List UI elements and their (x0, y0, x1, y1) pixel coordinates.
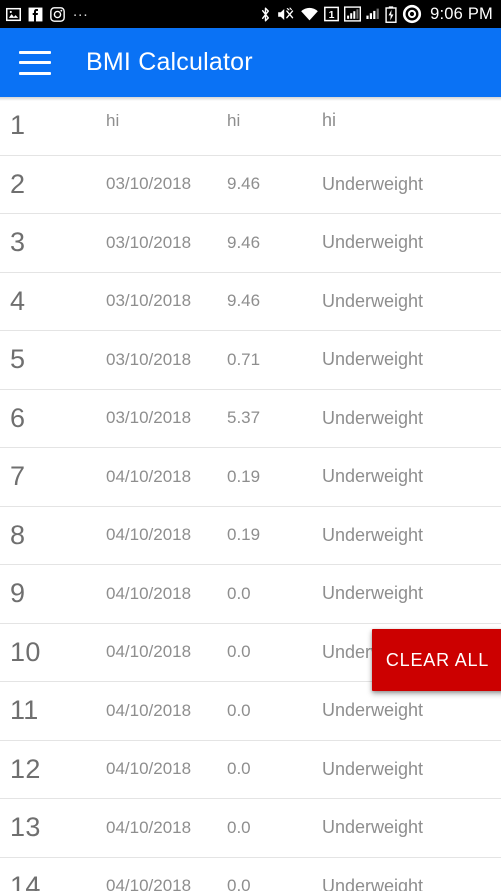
bluetooth-icon (259, 6, 272, 23)
hamburger-bar-2 (19, 61, 51, 64)
row-category: Underweight (322, 290, 424, 311)
app-screen: ... 1 9:06 PM BMI Calculator 1 hi hi hi … (0, 0, 501, 891)
row-date: 03/10/2018 (106, 408, 192, 428)
table-row[interactable]: 6 03/10/2018 5.37 Underweight (0, 389, 501, 448)
row-bmi: 9.46 (227, 232, 261, 252)
status-bar-notifications: ... (6, 2, 89, 22)
table-row[interactable]: 3 03/10/2018 9.46 Underweight (0, 214, 501, 273)
page-title: BMI Calculator (86, 48, 253, 76)
wifi-icon (300, 6, 319, 23)
signal-bars-2-icon (366, 6, 380, 22)
row-bmi: 0.0 (227, 642, 251, 662)
table-row[interactable]: 13 04/10/2018 0.0 Underweight (0, 799, 501, 858)
row-category: Underweight (322, 817, 424, 838)
bmi-history-list[interactable]: 1 hi hi hi 2 03/10/2018 9.46 Underweight… (0, 97, 501, 891)
row-index: 12 (10, 753, 41, 784)
row-date: 04/10/2018 (106, 642, 192, 662)
row-bmi: 9.46 (227, 174, 261, 194)
row-date: 04/10/2018 (106, 759, 192, 779)
row-category: Underweight (322, 700, 424, 721)
sim-1-icon: 1 (324, 6, 340, 22)
row-date: 04/10/2018 (106, 700, 192, 720)
battery-charging-icon (385, 5, 397, 23)
hamburger-bar-3 (19, 71, 51, 75)
row-bmi: 0.19 (227, 466, 261, 486)
row-index: 6 (10, 402, 26, 433)
row-date: hi (106, 110, 120, 130)
row-category: Underweight (322, 524, 424, 545)
svg-text:1: 1 (329, 9, 335, 21)
row-category: Underweight (322, 875, 424, 891)
table-row[interactable]: 4 03/10/2018 9.46 Underweight (0, 272, 501, 331)
table-row[interactable]: 14 04/10/2018 0.0 Underweight (0, 857, 501, 891)
row-index: 9 (10, 578, 26, 609)
row-index: 4 (10, 285, 26, 316)
status-bar-clock: 9:06 PM (430, 4, 493, 23)
row-index: 10 (10, 636, 41, 667)
row-date: 04/10/2018 (106, 876, 192, 891)
row-category: Underweight (322, 232, 424, 253)
table-row[interactable]: 2 03/10/2018 9.46 Underweight (0, 155, 501, 214)
table-row[interactable]: 5 03/10/2018 0.71 Underweight (0, 331, 501, 390)
row-bmi: 0.19 (227, 525, 261, 545)
circle-icon (402, 4, 422, 24)
row-category: Underweight (322, 407, 424, 428)
row-bmi: 0.0 (227, 876, 251, 891)
instagram-icon (50, 6, 65, 22)
row-bmi: hi (227, 110, 241, 130)
facebook-icon (28, 7, 43, 22)
row-index: 14 (10, 870, 41, 891)
gallery-icon (6, 7, 21, 22)
row-bmi: 0.0 (227, 817, 251, 837)
table-row[interactable]: 1 hi hi hi (0, 97, 501, 156)
row-bmi: 9.46 (227, 291, 261, 311)
notification-overflow-icon: ... (73, 2, 89, 20)
table-row[interactable]: 8 04/10/2018 0.19 Underweight (0, 506, 501, 565)
row-index: 8 (10, 519, 26, 550)
row-date: 03/10/2018 (106, 232, 192, 252)
row-index: 13 (10, 812, 41, 843)
row-date: 04/10/2018 (106, 817, 192, 837)
clear-all-button[interactable]: CLEAR ALL (372, 629, 501, 691)
row-date: 04/10/2018 (106, 583, 192, 603)
row-index: 3 (10, 227, 26, 258)
hamburger-menu-icon[interactable] (19, 50, 51, 75)
signal-bars-icon (344, 6, 362, 22)
row-category: Underweight (322, 466, 424, 487)
row-category: Underweight (322, 758, 424, 779)
hamburger-bar-1 (19, 50, 51, 54)
row-bmi: 0.0 (227, 583, 251, 603)
table-row[interactable]: 9 04/10/2018 0.0 Underweight (0, 565, 501, 624)
row-index: 5 (10, 344, 26, 375)
row-date: 03/10/2018 (106, 349, 192, 369)
table-row[interactable]: 7 04/10/2018 0.19 Underweight (0, 448, 501, 507)
row-index: 1 (10, 110, 26, 141)
row-date: 04/10/2018 (106, 466, 192, 486)
row-category: Underweight (322, 583, 424, 604)
row-index: 11 (10, 695, 39, 726)
app-bar: BMI Calculator (0, 28, 501, 97)
row-index: 7 (10, 461, 26, 492)
row-bmi: 5.37 (227, 408, 261, 428)
row-category: hi (322, 110, 337, 131)
row-date: 03/10/2018 (106, 291, 192, 311)
status-bar: ... 1 9:06 PM (0, 0, 501, 28)
row-index: 2 (10, 168, 26, 199)
row-category: Underweight (322, 173, 424, 194)
row-bmi: 0.71 (227, 349, 261, 369)
row-bmi: 0.0 (227, 700, 251, 720)
status-bar-system-icons: 1 9:06 PM (259, 4, 493, 24)
volume-mute-icon (277, 6, 295, 23)
row-date: 04/10/2018 (106, 525, 192, 545)
table-row[interactable]: 12 04/10/2018 0.0 Underweight (0, 740, 501, 799)
row-category: Underweight (322, 349, 424, 370)
row-date: 03/10/2018 (106, 174, 192, 194)
row-bmi: 0.0 (227, 759, 251, 779)
